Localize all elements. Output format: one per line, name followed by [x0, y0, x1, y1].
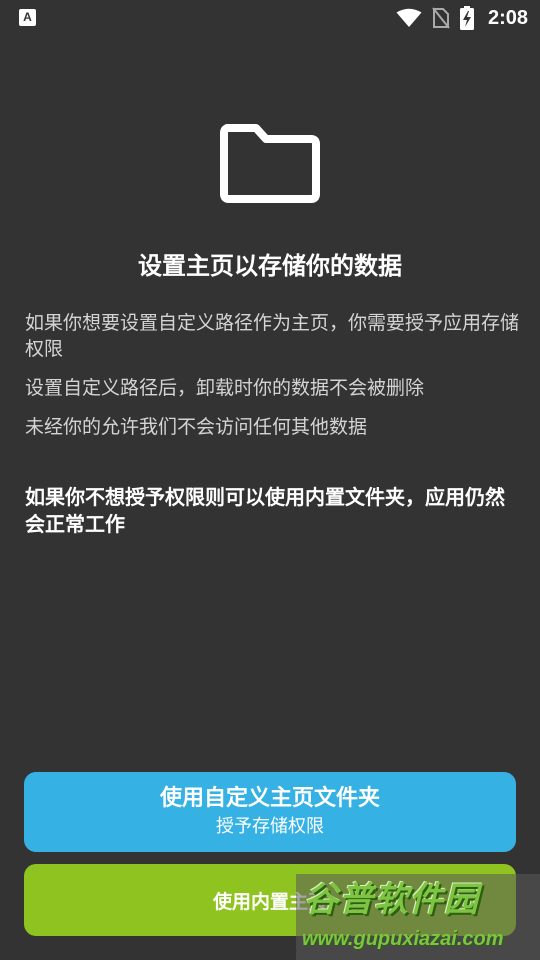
wifi-icon	[396, 8, 422, 27]
page-title: 设置主页以存储你的数据	[138, 252, 402, 280]
battery-charging-icon	[459, 6, 474, 30]
info-item-privacy: 未经你的允许我们不会访问任何其他数据	[25, 416, 368, 438]
status-bar: A 2:08	[0, 0, 540, 36]
info-list: 如果你想要设置自定义路径作为主页，你需要授予应用存储权限 设置自定义路径后，卸载…	[25, 310, 520, 453]
storage-setup-screen: A 2:08 设置主页以存储你的数据 如果你想要设置自定义路径作为主页，你需要授…	[0, 0, 540, 960]
no-sim-icon	[432, 7, 450, 29]
site-watermark: 谷普软件园 www.gupuxiazai.com	[296, 874, 540, 960]
info-item-data-retention: 设置自定义路径后，卸载时你的数据不会被删除	[25, 377, 425, 399]
grant-storage-permission-label: 授予存储权限	[216, 816, 324, 837]
builtin-folder-notice: 如果你不想授予权限则可以使用内置文件夹，应用仍然会正常工作	[25, 485, 505, 536]
info-item-storage-permission: 如果你想要设置自定义路径作为主页，你需要授予应用存储权限	[25, 312, 520, 360]
watermark-url: www.gupuxiazai.com	[302, 928, 504, 950]
use-custom-folder-button[interactable]: 使用自定义主页文件夹 授予存储权限	[24, 772, 516, 852]
status-icons: 2:08	[396, 5, 528, 31]
use-custom-folder-label: 使用自定义主页文件夹	[159, 786, 380, 811]
folder-icon	[220, 124, 320, 203]
status-time: 2:08	[487, 6, 528, 29]
watermark-title: 谷普软件园	[304, 880, 479, 920]
notification-app-icon: A	[19, 9, 36, 26]
